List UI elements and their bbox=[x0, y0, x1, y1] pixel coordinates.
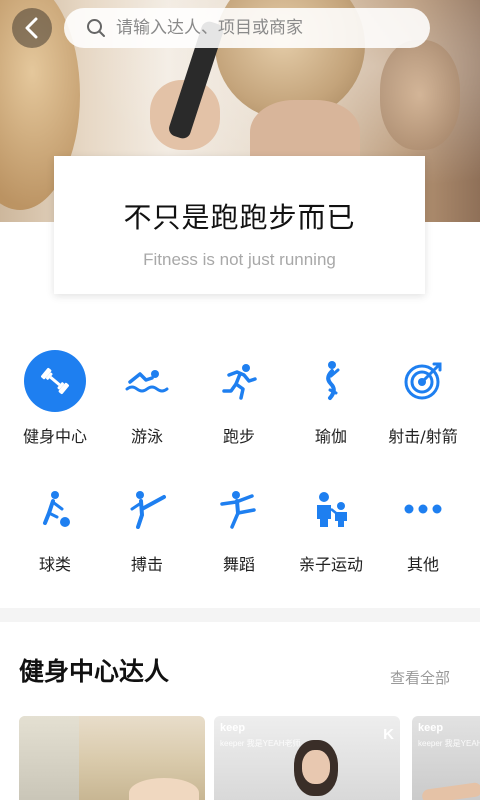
category-ball-sports[interactable]: 球类 bbox=[9, 478, 101, 575]
target-icon bbox=[392, 350, 454, 412]
category-label: 瑜伽 bbox=[314, 427, 347, 446]
category-other[interactable]: 其他 bbox=[377, 478, 469, 575]
category-label: 亲子运动 bbox=[298, 555, 363, 574]
keep-brand-label: keep bbox=[418, 722, 444, 734]
card-subtitle: keeper 我是YEAH老师 bbox=[418, 739, 480, 748]
category-label: 球类 bbox=[38, 555, 71, 574]
chevron-left-icon bbox=[25, 17, 38, 39]
search-bar[interactable] bbox=[64, 8, 430, 48]
more-dots-icon bbox=[392, 478, 454, 540]
category-fitness-center[interactable]: 健身中心 bbox=[9, 350, 101, 447]
search-icon bbox=[87, 19, 105, 37]
search-input[interactable] bbox=[116, 18, 416, 38]
runner-icon bbox=[208, 350, 270, 412]
view-all-link[interactable]: 查看全部 bbox=[390, 667, 450, 688]
category-label: 搏击 bbox=[130, 555, 163, 574]
dancer-icon bbox=[208, 478, 270, 540]
family-icon bbox=[300, 478, 362, 540]
keep-brand-label: keep bbox=[220, 722, 246, 734]
banner-title-card: 不只是跑跑步而已 Fitness is not just running bbox=[54, 156, 425, 294]
expert-card[interactable] bbox=[19, 716, 205, 800]
top-bar bbox=[0, 0, 480, 60]
category-shooting-archery[interactable]: 射击/射箭 bbox=[377, 350, 469, 447]
category-label: 其他 bbox=[406, 555, 439, 574]
keep-logo-icon: K bbox=[383, 726, 394, 743]
category-dance[interactable]: 舞蹈 bbox=[193, 478, 285, 575]
expert-card[interactable]: keep keeper 我是YEAH老师 K bbox=[214, 716, 400, 800]
category-running[interactable]: 跑步 bbox=[193, 350, 285, 447]
category-label: 射击/射箭 bbox=[388, 427, 458, 446]
category-label: 跑步 bbox=[222, 427, 255, 446]
banner-title: 不只是跑跑步而已 bbox=[123, 201, 356, 234]
category-label: 游泳 bbox=[130, 427, 163, 446]
yoga-icon bbox=[300, 350, 362, 412]
martial-arts-icon bbox=[116, 478, 178, 540]
category-swimming[interactable]: 游泳 bbox=[101, 350, 193, 447]
ball-player-icon bbox=[24, 478, 86, 540]
expert-card[interactable]: keep keeper 我是YEAH老师 bbox=[412, 716, 480, 800]
category-yoga[interactable]: 瑜伽 bbox=[285, 350, 377, 447]
banner-subtitle: Fitness is not just running bbox=[143, 250, 336, 269]
section-divider bbox=[0, 608, 480, 622]
category-label: 舞蹈 bbox=[222, 555, 255, 574]
category-combat[interactable]: 搏击 bbox=[101, 478, 193, 575]
card-subtitle: keeper 我是YEAH老师 bbox=[220, 739, 301, 748]
dumbbell-icon bbox=[24, 350, 86, 412]
swimmer-icon bbox=[116, 350, 178, 412]
section-title: 健身中心达人 bbox=[19, 657, 170, 686]
back-button[interactable] bbox=[12, 8, 52, 48]
category-parent-child[interactable]: 亲子运动 bbox=[285, 478, 377, 575]
category-label: 健身中心 bbox=[22, 427, 87, 446]
